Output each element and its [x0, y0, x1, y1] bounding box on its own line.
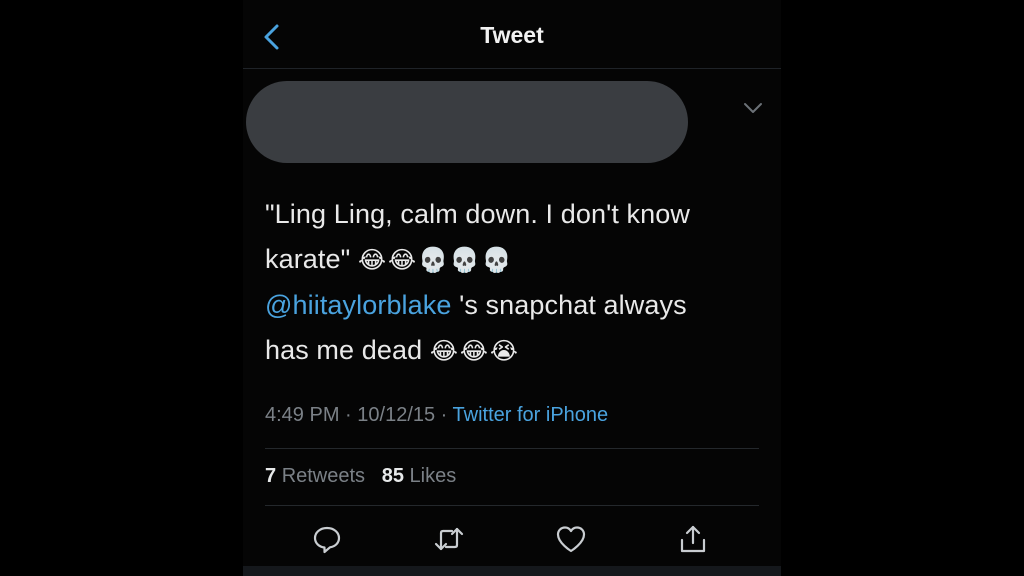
share-icon[interactable] [676, 522, 710, 556]
retweets-count: 7 [265, 465, 277, 487]
tweet-date: 10/12/15 [357, 404, 436, 426]
reply-icon[interactable] [310, 522, 344, 556]
likes-stat[interactable]: 85 Likes [382, 465, 457, 487]
emoji-group-1: 😂😂💀💀💀 [357, 246, 514, 274]
meta-separator: · [435, 404, 453, 426]
bottom-bar [243, 566, 781, 576]
retweets-label: Retweets [281, 465, 366, 487]
page-title: Tweet [480, 22, 544, 48]
action-bar [243, 518, 781, 562]
likes-label: Likes [409, 465, 457, 487]
tweet-line-4-text: has me dead [265, 335, 423, 365]
divider [265, 505, 759, 506]
nav-bar: Tweet [243, 0, 781, 69]
tweet-line-2: karate" 😂😂💀💀💀 [265, 237, 765, 283]
heart-icon[interactable] [554, 522, 588, 556]
tweet-line-1: "Ling Ling, calm down. I don't know [265, 199, 690, 229]
retweets-stat[interactable]: 7 Retweets [265, 465, 365, 487]
chevron-down-icon[interactable] [742, 100, 764, 116]
meta-separator: · [339, 404, 358, 426]
tweet-source-link[interactable]: Twitter for iPhone [453, 404, 609, 426]
tweet-line-2-text: karate" [265, 244, 351, 274]
tweet-stats: 7 Retweets 85 Likes [265, 465, 456, 488]
likes-count: 85 [381, 465, 404, 487]
tweet-line-3-text: 's snapchat always [451, 290, 687, 320]
tweet-detail-screen: Tweet "Ling Ling, calm down. I don't kno… [243, 0, 781, 576]
redacted-author-block [246, 81, 688, 163]
emoji-group-2: 😂😂😭 [429, 337, 520, 365]
tweet-line-4: has me dead 😂😂😭 [265, 328, 765, 374]
divider [265, 448, 759, 449]
tweet-text: "Ling Ling, calm down. I don't know kara… [265, 192, 765, 374]
tweet-time: 4:49 PM [265, 404, 340, 426]
tweet-meta: 4:49 PM · 10/12/15 · Twitter for iPhone [265, 404, 608, 427]
tweet-line-3: @hiitaylorblake 's snapchat always [265, 283, 765, 328]
retweet-icon[interactable] [432, 522, 466, 556]
mention-link[interactable]: @hiitaylorblake [265, 290, 452, 320]
